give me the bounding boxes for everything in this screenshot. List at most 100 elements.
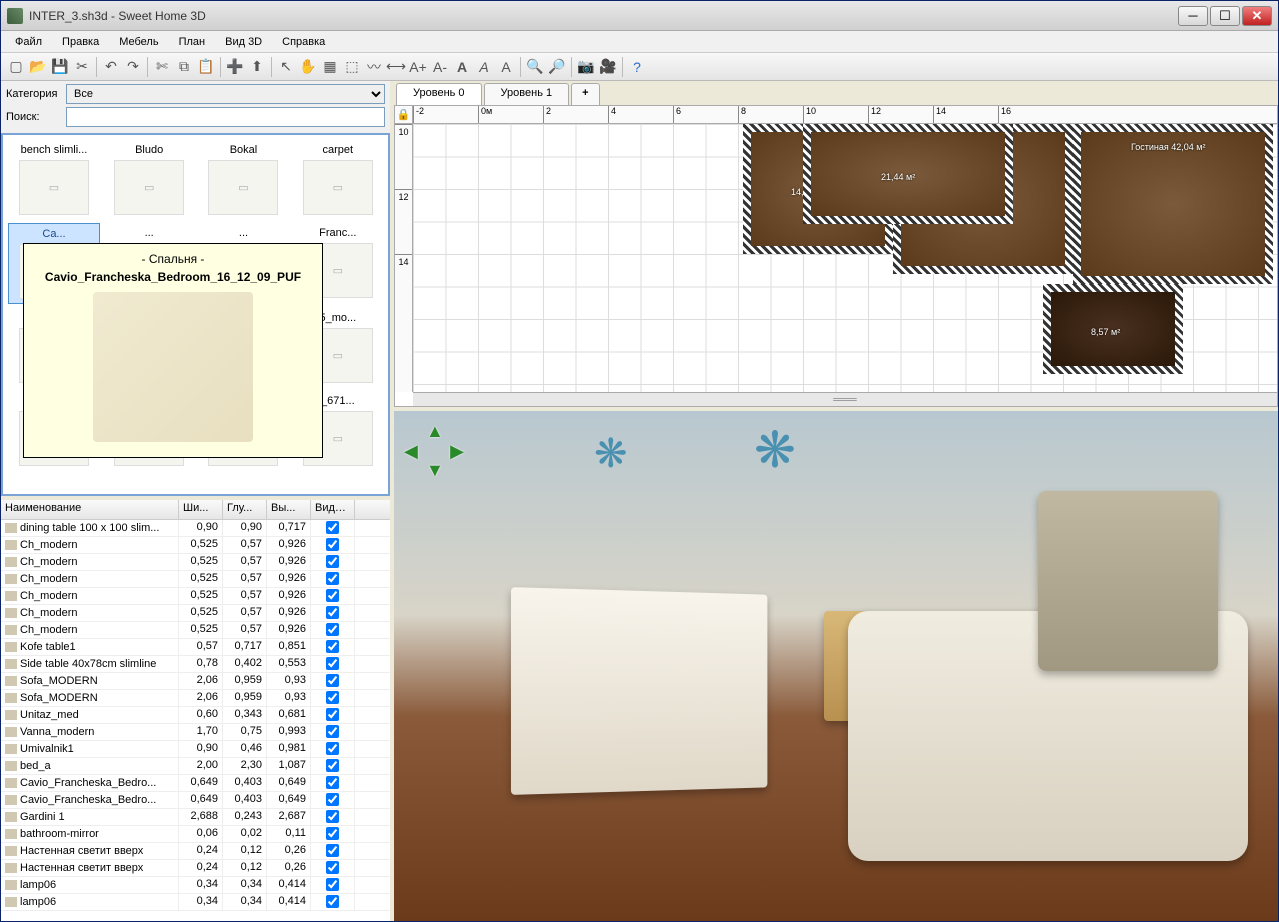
row-visible-checkbox[interactable] — [326, 521, 339, 534]
row-visible-checkbox[interactable] — [326, 589, 339, 602]
copy-icon[interactable]: ⧉ — [173, 56, 195, 78]
table-row[interactable]: Side table 40x78cm slimline0,780,4020,55… — [1, 656, 390, 673]
row-visible-checkbox[interactable] — [326, 725, 339, 738]
nav-right-icon[interactable]: ▶ — [450, 441, 464, 462]
table-row[interactable]: Sofa_MODERN2,060,9590,93 — [1, 690, 390, 707]
nav-down-icon[interactable]: ▼ — [426, 460, 444, 481]
table-row[interactable]: Cavio_Francheska_Bedro...0,6490,4030,649 — [1, 775, 390, 792]
prefs-icon[interactable]: ✂ — [71, 56, 93, 78]
text-minus-icon[interactable]: A- — [429, 56, 451, 78]
row-visible-checkbox[interactable] — [326, 759, 339, 772]
pan-icon[interactable]: ✋ — [297, 56, 319, 78]
add-furniture-icon[interactable]: ➕ — [224, 56, 246, 78]
text-label-icon[interactable]: A — [495, 56, 517, 78]
menu-file[interactable]: Файл — [5, 33, 52, 51]
save-icon[interactable]: 💾 — [49, 56, 71, 78]
table-row[interactable]: Настенная светит вверх0,240,120,26 — [1, 843, 390, 860]
table-row[interactable]: Ch_modern0,5250,570,926 — [1, 554, 390, 571]
row-visible-checkbox[interactable] — [326, 776, 339, 789]
row-visible-checkbox[interactable] — [326, 691, 339, 704]
open-icon[interactable]: 📂 — [27, 56, 49, 78]
text-bold-icon[interactable]: A — [451, 56, 473, 78]
col-name[interactable]: Наименование — [1, 500, 179, 519]
text-italic-icon[interactable]: A — [473, 56, 495, 78]
nav-left-icon[interactable]: ◀ — [404, 441, 418, 462]
row-visible-checkbox[interactable] — [326, 640, 339, 653]
row-visible-checkbox[interactable] — [326, 572, 339, 585]
row-visible-checkbox[interactable] — [326, 538, 339, 551]
help-icon[interactable]: ? — [626, 56, 648, 78]
cut-icon[interactable]: ✄ — [151, 56, 173, 78]
col-width[interactable]: Ши... — [179, 500, 223, 519]
catalog-item[interactable]: carpet▭ — [293, 140, 383, 219]
table-row[interactable]: bathroom-mirror0,060,020,11 — [1, 826, 390, 843]
table-row[interactable]: Vanna_modern1,700,750,993 — [1, 724, 390, 741]
col-height[interactable]: Вы... — [267, 500, 311, 519]
menu-3d[interactable]: Вид 3D — [215, 33, 272, 51]
plan-canvas[interactable]: 🔒 -20м246810121416 101214 14,87 м² Гости… — [394, 105, 1278, 407]
row-visible-checkbox[interactable] — [326, 861, 339, 874]
table-row[interactable]: bed_a2,002,301,087 — [1, 758, 390, 775]
menu-help[interactable]: Справка — [272, 33, 335, 51]
catalog-item[interactable]: bench slimli...▭ — [8, 140, 100, 219]
furniture-rows[interactable]: dining table 100 x 100 slim...0,900,900,… — [1, 520, 390, 921]
tab-level1[interactable]: Уровень 1 — [484, 83, 570, 105]
room-icon[interactable]: ⬚ — [341, 56, 363, 78]
redo-icon[interactable]: ↷ — [122, 56, 144, 78]
table-row[interactable]: Ch_modern0,5250,570,926 — [1, 571, 390, 588]
dim-icon[interactable]: ⟷ — [385, 56, 407, 78]
search-input[interactable] — [66, 107, 385, 127]
table-row[interactable]: lamp060,340,340,414 — [1, 894, 390, 911]
tab-level0[interactable]: Уровень 0 — [396, 83, 482, 105]
menu-furniture[interactable]: Мебель — [109, 33, 168, 51]
nav-up-icon[interactable]: ▲ — [426, 421, 444, 442]
table-row[interactable]: Cavio_Francheska_Bedro...0,6490,4030,649 — [1, 792, 390, 809]
table-row[interactable]: Sofa_MODERN2,060,9590,93 — [1, 673, 390, 690]
menu-edit[interactable]: Правка — [52, 33, 109, 51]
table-row[interactable]: Ch_modern0,5250,570,926 — [1, 588, 390, 605]
floorplan[interactable]: 14,87 м² Гостиная 42,04 м² 21,44 м² 8,57… — [743, 124, 1243, 394]
photo-icon[interactable]: 📷 — [575, 56, 597, 78]
row-visible-checkbox[interactable] — [326, 708, 339, 721]
row-visible-checkbox[interactable] — [326, 793, 339, 806]
zoom-in-icon[interactable]: 🔍 — [524, 56, 546, 78]
minimize-button[interactable]: ─ — [1178, 6, 1208, 26]
category-select[interactable]: Все — [66, 84, 385, 104]
table-row[interactable]: Настенная светит вверх0,240,120,26 — [1, 860, 390, 877]
polyline-icon[interactable]: 〰 — [363, 56, 385, 78]
table-row[interactable]: Ch_modern0,5250,570,926 — [1, 537, 390, 554]
row-visible-checkbox[interactable] — [326, 555, 339, 568]
wall-icon[interactable]: ▦ — [319, 56, 341, 78]
import-icon[interactable]: ⬆ — [246, 56, 268, 78]
close-button[interactable]: ✕ — [1242, 6, 1272, 26]
text-plus-icon[interactable]: A+ — [407, 56, 429, 78]
tab-add[interactable]: + — [571, 83, 599, 105]
row-visible-checkbox[interactable] — [326, 623, 339, 636]
zoom-out-icon[interactable]: 🔎 — [546, 56, 568, 78]
row-visible-checkbox[interactable] — [326, 844, 339, 857]
row-visible-checkbox[interactable] — [326, 606, 339, 619]
table-row[interactable]: Umivalnik10,900,460,981 — [1, 741, 390, 758]
table-row[interactable]: Kofe table10,570,7170,851 — [1, 639, 390, 656]
col-depth[interactable]: Глу... — [223, 500, 267, 519]
paste-icon[interactable]: 📋 — [195, 56, 217, 78]
row-visible-checkbox[interactable] — [326, 878, 339, 891]
view-3d[interactable]: ❋ ❋ ▲ ▼ ◀ ▶ — [394, 411, 1278, 921]
select-icon[interactable]: ↖ — [275, 56, 297, 78]
catalog-item[interactable]: Bokal▭ — [198, 140, 288, 219]
row-visible-checkbox[interactable] — [326, 657, 339, 670]
row-visible-checkbox[interactable] — [326, 895, 339, 908]
row-visible-checkbox[interactable] — [326, 742, 339, 755]
row-visible-checkbox[interactable] — [326, 674, 339, 687]
row-visible-checkbox[interactable] — [326, 827, 339, 840]
maximize-button[interactable]: ☐ — [1210, 6, 1240, 26]
table-row[interactable]: Gardini 12,6880,2432,687 — [1, 809, 390, 826]
table-row[interactable]: Ch_modern0,5250,570,926 — [1, 622, 390, 639]
undo-icon[interactable]: ↶ — [100, 56, 122, 78]
new-icon[interactable]: ▢ — [5, 56, 27, 78]
table-row[interactable]: dining table 100 x 100 slim...0,900,900,… — [1, 520, 390, 537]
catalog-grid[interactable]: bench slimli...▭Bludo▭Bokal▭carpet▭Ca...… — [1, 133, 390, 496]
video-icon[interactable]: 🎥 — [597, 56, 619, 78]
catalog-item[interactable]: Bludo▭ — [104, 140, 194, 219]
row-visible-checkbox[interactable] — [326, 810, 339, 823]
